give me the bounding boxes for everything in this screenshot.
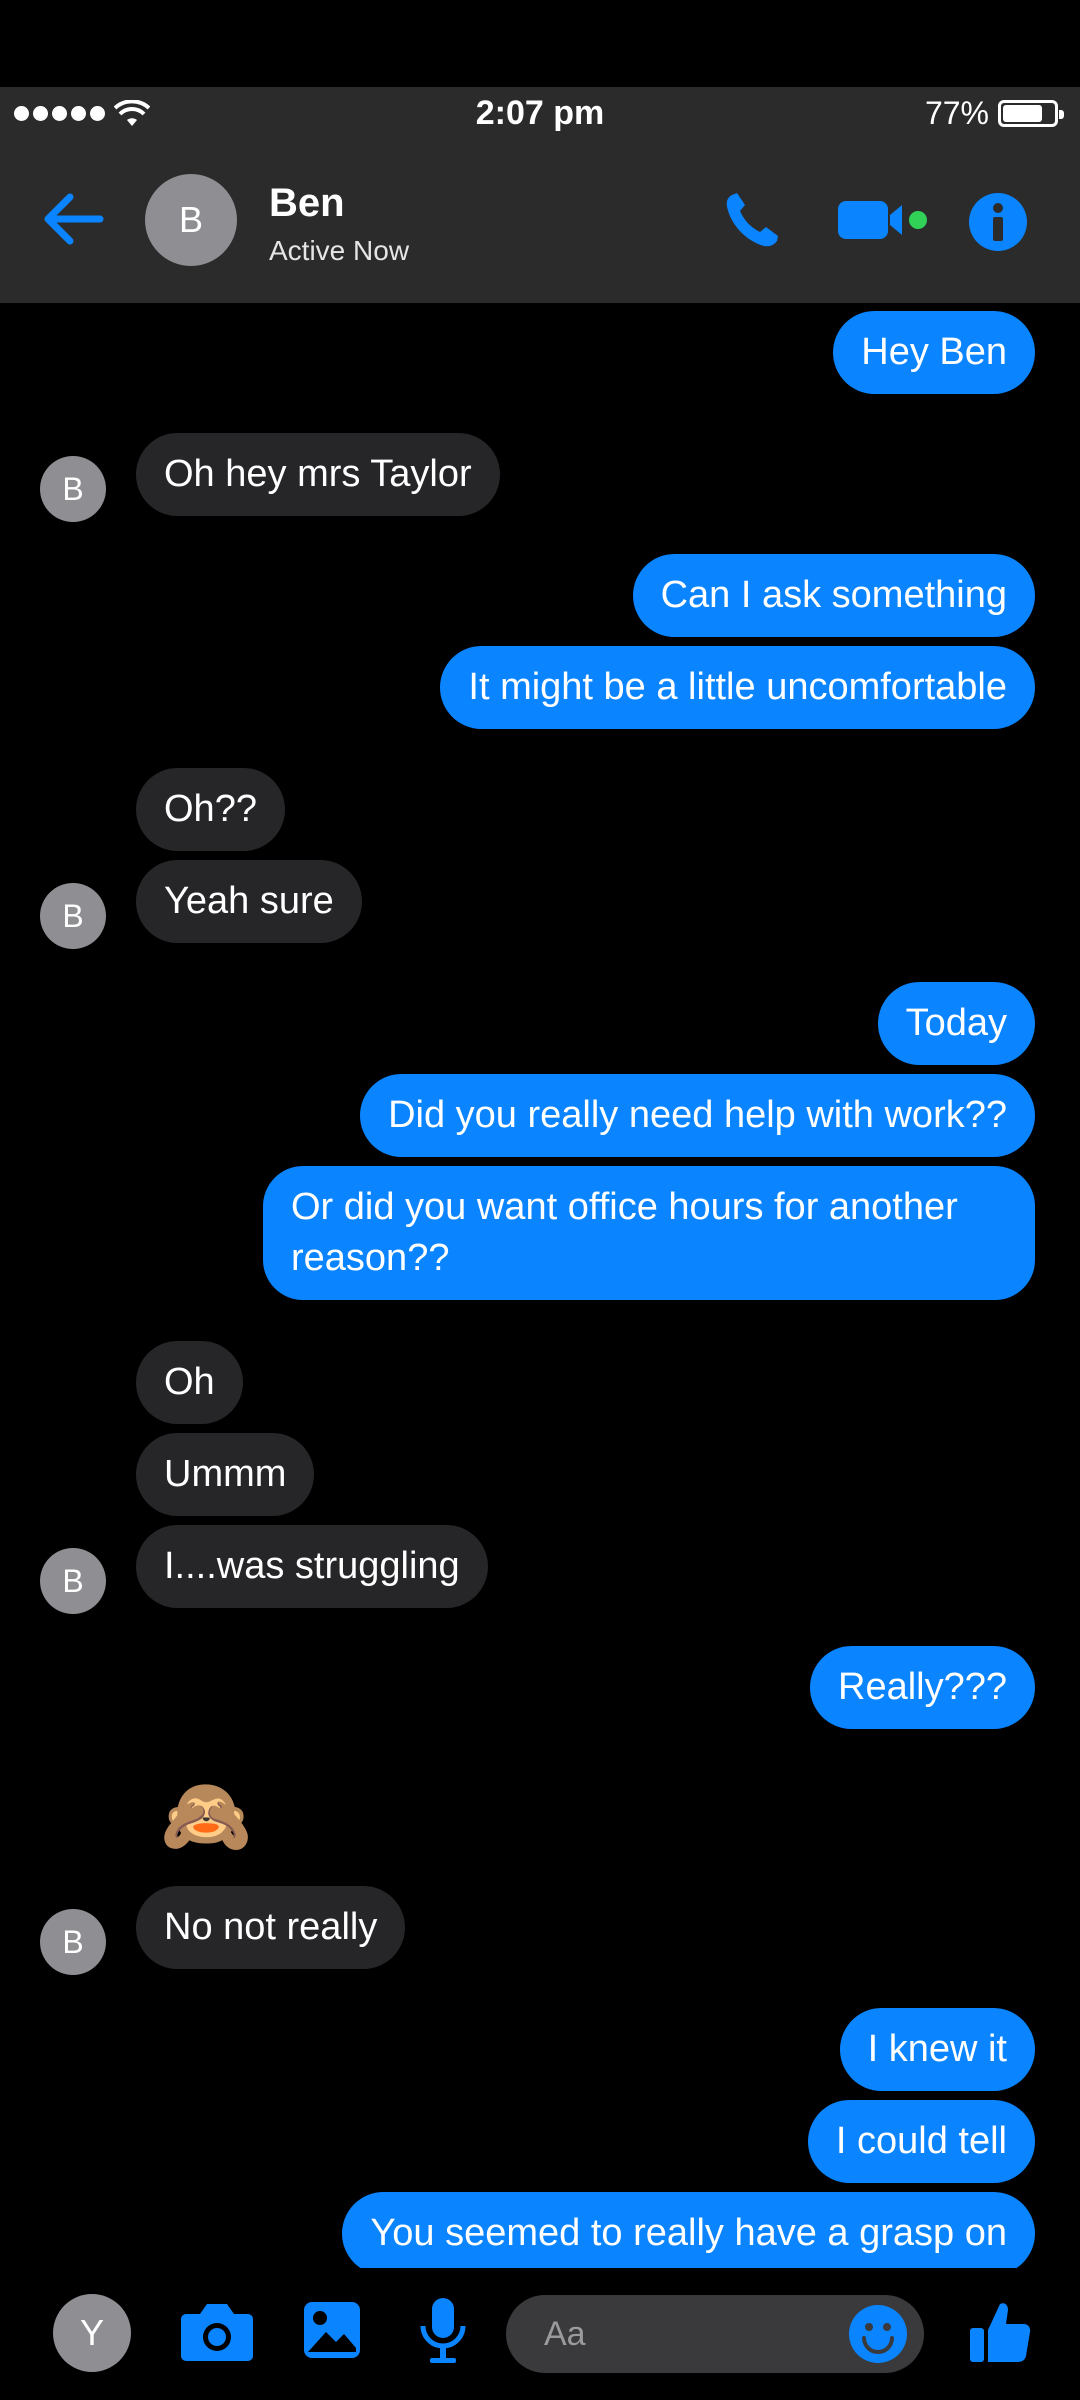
message-bubble-outgoing[interactable]: Really??? [810,1646,1035,1729]
battery-percent: 77% [924,95,989,131]
photo-icon[interactable] [302,2298,362,2362]
message-bubble-outgoing[interactable]: Or did you want office hours for another… [263,1166,1035,1300]
contact-status: Active Now [269,235,410,266]
message-bubble-outgoing[interactable]: It might be a little uncomfortable [440,646,1035,729]
sender-avatar[interactable]: B [40,883,106,949]
camera-icon[interactable] [180,2298,254,2364]
emoji-message[interactable]: 🙈 [160,1773,252,1860]
top-strip [0,0,1080,87]
info-icon[interactable] [968,192,1028,252]
phone-icon[interactable] [722,189,782,251]
sender-avatar[interactable]: B [40,1548,106,1614]
message-bubble-outgoing[interactable]: Today [877,982,1035,1065]
sender-avatar[interactable]: B [40,1909,106,1975]
message-bubble-outgoing[interactable]: Did you really need help with work?? [360,1074,1035,1157]
message-bubble-incoming[interactable]: Yeah sure [136,860,362,943]
status-time: 2:07 pm [475,94,605,132]
composer-bar: Y [0,2268,1080,2400]
sender-avatar[interactable]: B [40,456,106,522]
message-thread[interactable]: Hey Ben B Oh hey mrs Taylor Can I ask so… [0,303,1080,2268]
message-bubble-outgoing[interactable]: I could tell [807,2100,1035,2183]
contact-name[interactable]: Ben [269,181,345,226]
message-bubble-incoming[interactable]: Oh [136,1341,243,1424]
message-bubble-incoming[interactable]: Oh?? [136,768,285,851]
microphone-icon[interactable] [418,2296,468,2366]
video-camera-icon[interactable] [838,197,928,243]
emoji-icon[interactable] [848,2304,908,2364]
message-bubble-outgoing[interactable]: Hey Ben [833,311,1035,394]
message-bubble-incoming[interactable]: Oh hey mrs Taylor [136,433,500,516]
message-bubble-incoming[interactable]: No not really [136,1886,406,1969]
back-arrow-icon[interactable] [40,189,110,249]
conversation-header: B Ben Active Now [0,139,1080,303]
contact-avatar[interactable]: B [145,174,237,266]
thumbs-up-icon[interactable] [968,2298,1032,2366]
message-bubble-outgoing[interactable]: You seemed to really have a grasp on [342,2192,1035,2268]
user-avatar[interactable]: Y [53,2294,131,2372]
message-bubble-incoming[interactable]: Ummm [136,1433,315,1516]
message-bubble-outgoing[interactable]: Can I ask something [632,554,1035,637]
message-bubble-incoming[interactable]: I....was struggling [136,1525,488,1608]
battery-icon [998,100,1064,127]
message-bubble-outgoing[interactable]: I knew it [839,2008,1035,2091]
